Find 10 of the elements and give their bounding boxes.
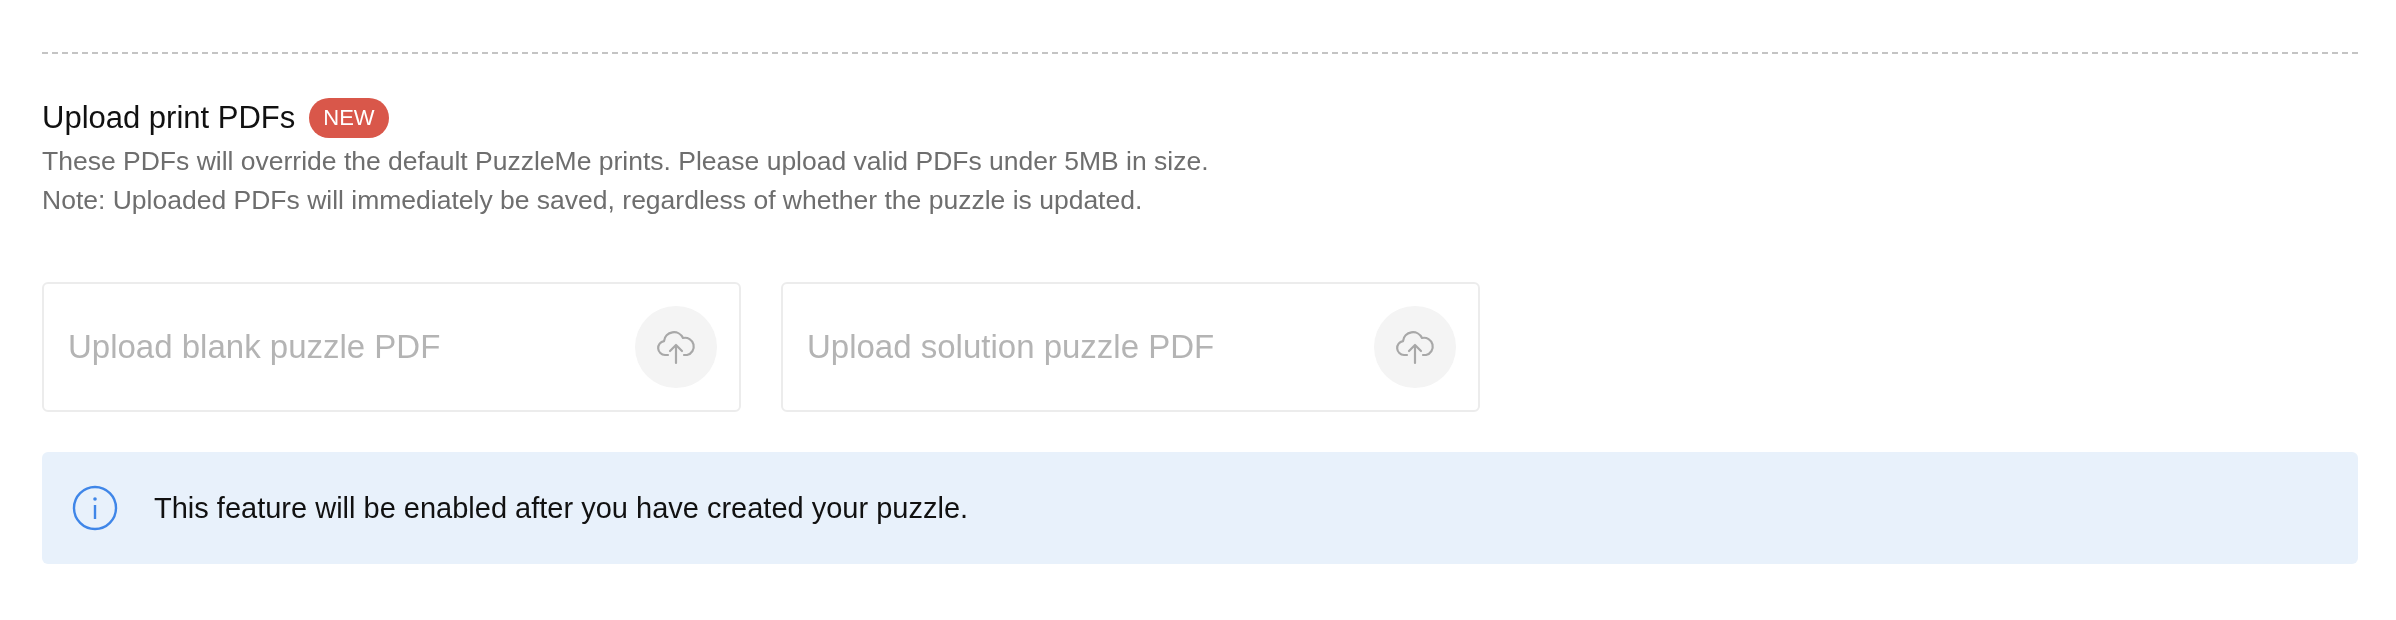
cloud-upload-icon — [1395, 329, 1435, 365]
info-text: This feature will be enabled after you have created your puzzle. — [154, 491, 969, 525]
upload-placeholder: Upload solution puzzle PDF — [807, 328, 1215, 366]
section-title: Upload print PDFs — [42, 100, 296, 136]
description-text: These PDFs will override the default PuzzleMe prints. Please upload valid PDFs under 5MB in size. — [42, 145, 1210, 178]
description-text: Note: Uploaded PDFs will immediately be saved, regardless of whether the puzzle is updated. — [42, 184, 1144, 217]
upload-placeholder: Upload blank puzzle PDF — [68, 328, 441, 366]
cloud-upload-icon — [656, 329, 696, 365]
new-badge: NEW — [309, 98, 389, 138]
info-icon — [72, 485, 118, 531]
